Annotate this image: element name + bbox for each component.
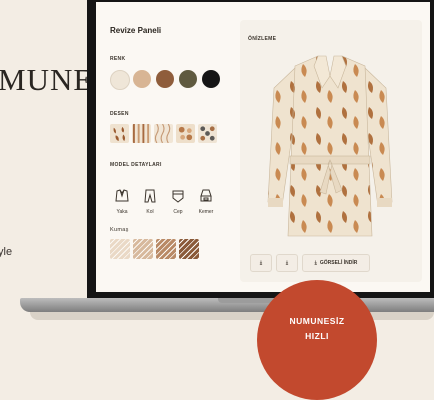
model-details-label: MODEL DETAYLARI [110,162,162,168]
pocket-icon[interactable] [170,188,186,204]
panel-title: Revize Paneli [110,26,162,35]
pattern-floral[interactable] [198,124,217,143]
color-swatch[interactable] [202,70,220,88]
download-image-label: GÖRSELİ İNDİR [319,260,358,266]
color-swatch[interactable] [179,70,197,88]
pattern-paisley[interactable] [176,124,195,143]
garment-preview-image [267,55,393,237]
badge-line-1: NUMUNESİZ [289,316,345,326]
download-icon: ⤓ [285,260,289,266]
detail-label-sleeve: Kol [146,209,154,215]
preview-label: ÖNİZLEME [248,36,277,42]
fabric-swatch[interactable] [179,239,199,259]
pattern-waves[interactable] [154,124,173,143]
download-icon: ⤓ [259,260,263,266]
app-screen: Revize Paneli RENK DESEN MODEL DETAYLARI… [96,2,430,292]
sleeve-icon[interactable] [142,188,158,204]
color-swatch[interactable] [156,70,174,88]
promo-badge: NUMUNESİZ HIZLI [257,280,377,400]
detail-label-pocket: Cep [173,209,183,215]
download-button-1[interactable]: ⤓ [250,254,272,272]
belt-icon[interactable] [198,188,214,204]
pattern-stripes[interactable] [132,124,151,143]
detail-label-belt: Kemer [198,209,214,215]
revision-panel: Revize Paneli RENK DESEN MODEL DETAYLARI… [96,2,232,292]
download-icon: ⤓ [314,260,317,266]
fabric-swatch[interactable] [110,239,130,259]
background-tagline: yle [0,246,13,258]
pattern-section-label: DESEN [110,111,129,117]
background-headline: MUNE [0,62,94,97]
pattern-leaf[interactable] [110,124,129,143]
fabric-section-label: Kumaş [110,227,129,233]
preview-panel: ÖNİZLEME ⤓ ⤓ ⤓ GÖRSELİ İNDİR [240,20,422,282]
collar-icon[interactable] [114,188,130,204]
color-swatch[interactable] [110,70,130,90]
download-button-2[interactable]: ⤓ [276,254,298,272]
fabric-swatch[interactable] [156,239,176,259]
color-swatch[interactable] [133,70,151,88]
fabric-swatch[interactable] [133,239,153,259]
color-section-label: RENK [110,56,126,62]
download-image-button[interactable]: ⤓ GÖRSELİ İNDİR [302,254,370,272]
detail-label-collar: Yaka [116,209,128,215]
badge-line-2: HIZLI [305,331,329,341]
